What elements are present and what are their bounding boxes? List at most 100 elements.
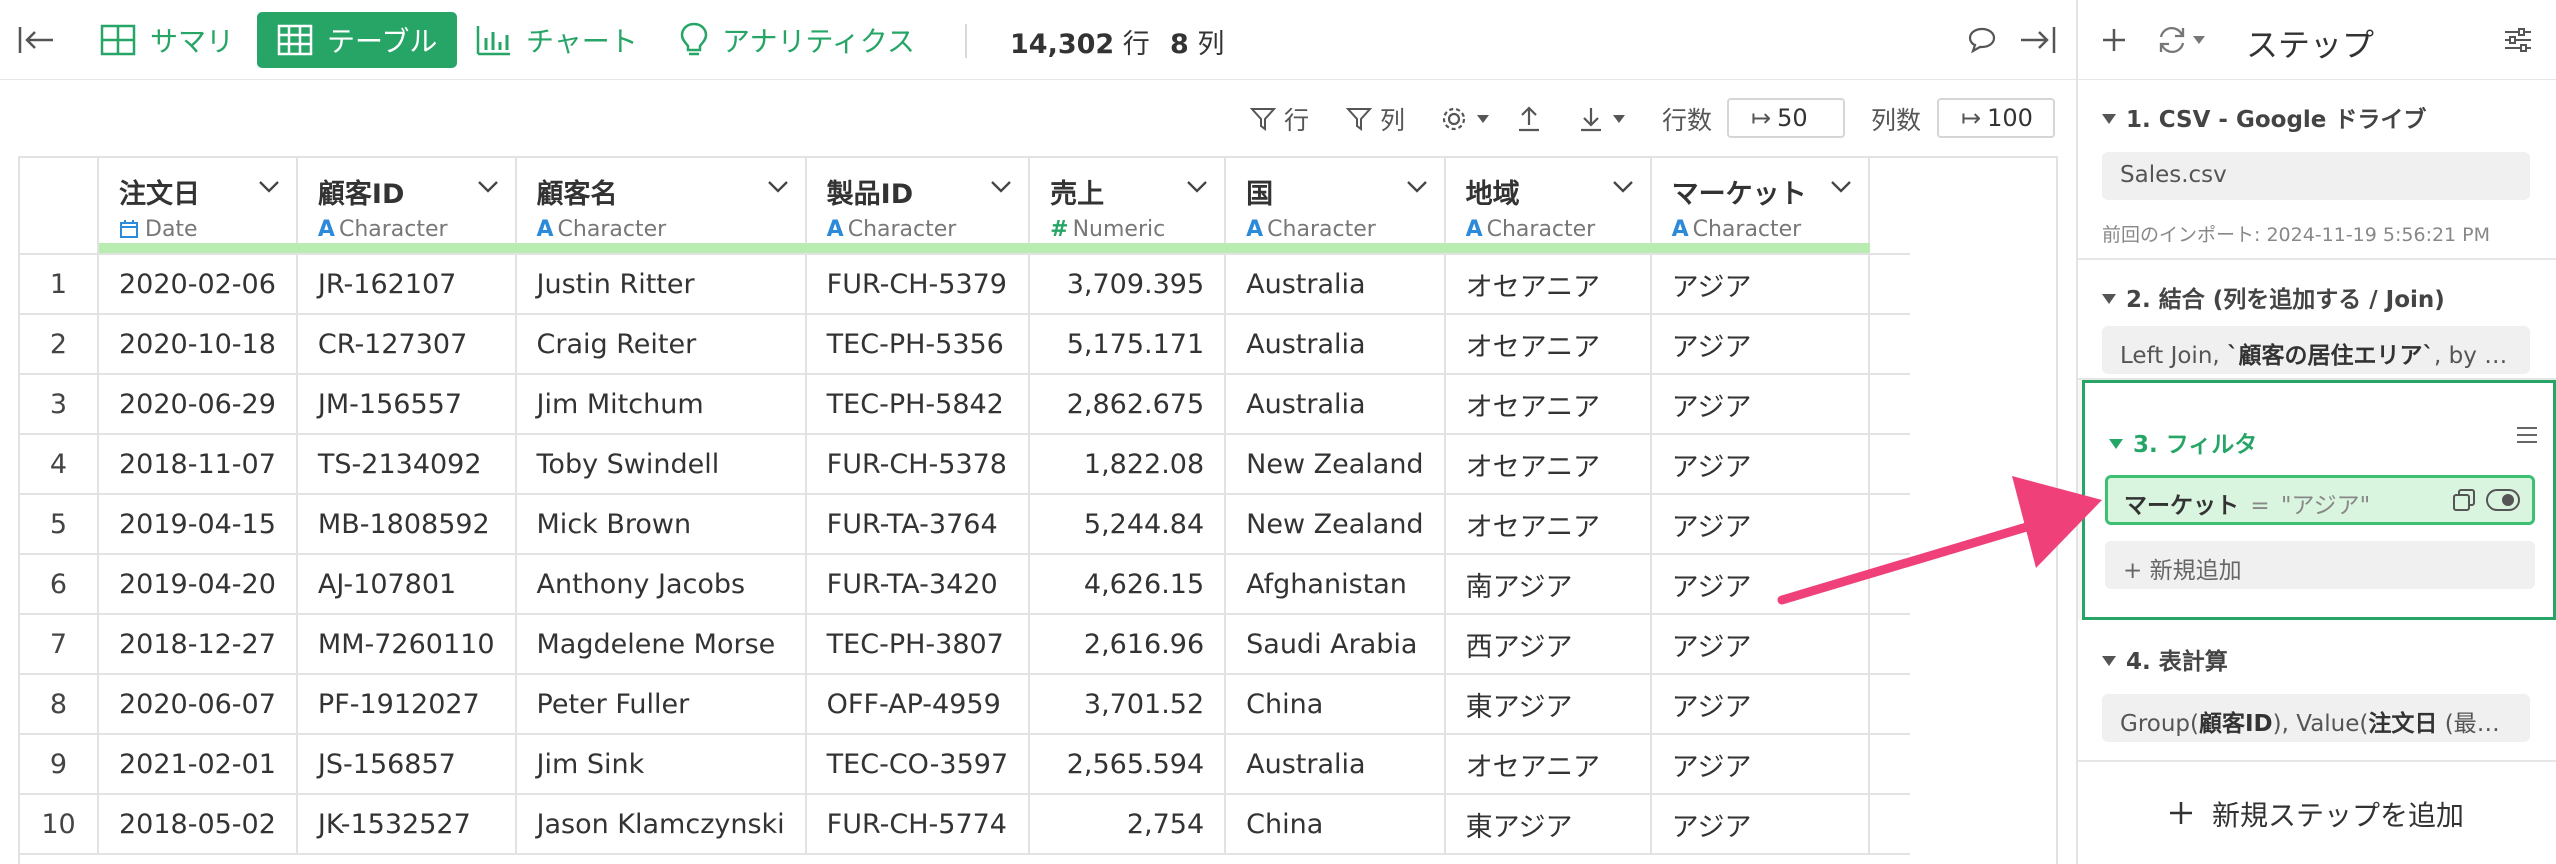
table-row[interactable]: 6 2019-04-20 AJ-107801 Anthony Jacobs FUR-TA…	[20, 554, 1910, 615]
table-cell[interactable]: 3,701.52	[1029, 674, 1227, 735]
table-cell[interactable]: アジア	[1650, 494, 1870, 555]
table-cell[interactable]: AJ-107801	[296, 554, 517, 615]
table-row[interactable]: 9 2021-02-01 JS-156857 Jim Sink TEC-CO-3597 2…	[20, 734, 1910, 795]
column-header[interactable]: マーケット A Character	[1650, 158, 1870, 255]
table-cell[interactable]: 4,626.15	[1029, 554, 1227, 615]
table-cell[interactable]: FUR-CH-5774	[805, 794, 1031, 855]
row-filter-button[interactable]: 行	[1250, 102, 1309, 136]
table-cell[interactable]: Magdelene Morse	[515, 614, 807, 675]
table-cell[interactable]: FUR-CH-5378	[805, 434, 1031, 495]
table-cell[interactable]: オセアニア	[1444, 494, 1652, 555]
add-new-step-button[interactable]: 新規ステップを追加	[2078, 762, 2556, 864]
table-cell[interactable]: JS-156857	[296, 734, 517, 795]
table-row[interactable]: 10 2018-05-02 JK-1532527 Jason Klamczynski F…	[20, 794, 1910, 855]
table-cell[interactable]: Australia	[1225, 314, 1446, 375]
table-cell[interactable]: オセアニア	[1444, 374, 1652, 435]
table-cell[interactable]: New Zealand	[1225, 494, 1446, 555]
table-cell[interactable]: 2020-06-07	[98, 674, 298, 735]
copy-icon[interactable]	[2452, 488, 2476, 518]
table-cell[interactable]: 2018-11-07	[98, 434, 298, 495]
table-cell[interactable]: Afghanistan	[1225, 554, 1446, 615]
step-summary[interactable]: Group(顧客ID), Value(注文日 (最初の...	[2102, 694, 2530, 742]
table-cell[interactable]: Jason Klamczynski	[515, 794, 807, 855]
chevron-down-icon[interactable]	[1830, 180, 1852, 194]
chevron-down-icon[interactable]	[990, 180, 1012, 194]
table-cell[interactable]: アジア	[1650, 734, 1870, 795]
table-cell[interactable]: Mick Brown	[515, 494, 807, 555]
table-cell[interactable]: 5,175.171	[1029, 314, 1227, 375]
table-cell[interactable]: 2018-12-27	[98, 614, 298, 675]
table-cell[interactable]: New Zealand	[1225, 434, 1446, 495]
step-summary[interactable]: Sales.csv	[2102, 152, 2530, 200]
table-cell[interactable]: Jim Sink	[515, 734, 807, 795]
table-cell[interactable]: MM-7260110	[296, 614, 517, 675]
collapse-right-icon[interactable]	[2016, 18, 2060, 62]
table-cell[interactable]: 南アジア	[1444, 554, 1652, 615]
table-cell[interactable]: Australia	[1225, 734, 1446, 795]
table-cell[interactable]: TEC-PH-5356	[805, 314, 1031, 375]
table-cell[interactable]: 2019-04-20	[98, 554, 298, 615]
table-cell[interactable]: China	[1225, 674, 1446, 735]
table-cell[interactable]: 3,709.395	[1029, 254, 1227, 315]
filter-condition[interactable]: マーケット = "アジア"	[2105, 475, 2535, 525]
columns-input[interactable]: ↦ 100	[1937, 98, 2055, 138]
table-cell[interactable]: オセアニア	[1444, 314, 1652, 375]
chevron-down-icon[interactable]	[1186, 180, 1208, 194]
tab-analytics[interactable]: アナリティクス	[660, 12, 935, 68]
table-cell[interactable]: China	[1225, 794, 1446, 855]
column-header[interactable]: 注文日 Date	[98, 158, 298, 255]
table-cell[interactable]: TEC-PH-5842	[805, 374, 1031, 435]
upload-icon[interactable]	[1516, 102, 1550, 136]
column-header[interactable]: 顧客ID A Character	[296, 158, 517, 255]
table-row[interactable]: 5 2019-04-15 MB-1808592 Mick Brown FUR-TA-37…	[20, 494, 1910, 555]
hamburger-menu-icon[interactable]	[2505, 413, 2549, 457]
table-row[interactable]: 4 2018-11-07 TS-2134092 Toby Swindell FUR-CH…	[20, 434, 1910, 495]
download-dropdown[interactable]	[1578, 102, 1634, 136]
tab-table[interactable]: テーブル	[257, 12, 458, 68]
table-cell[interactable]: アジア	[1650, 434, 1870, 495]
table-cell[interactable]: Craig Reiter	[515, 314, 807, 375]
table-cell[interactable]: OFF-AP-4959	[805, 674, 1031, 735]
refresh-dropdown[interactable]	[2146, 18, 2216, 62]
table-cell[interactable]: 東アジア	[1444, 794, 1652, 855]
table-cell[interactable]: 5,244.84	[1029, 494, 1227, 555]
chevron-down-icon[interactable]	[767, 180, 789, 194]
table-cell[interactable]: Australia	[1225, 254, 1446, 315]
step-csv-import[interactable]: 1. CSV - Google ドライブ Sales.csv 前回のインポート:…	[2078, 80, 2556, 260]
comment-icon[interactable]	[1960, 18, 2004, 62]
table-cell[interactable]: Australia	[1225, 374, 1446, 435]
step-join[interactable]: 2. 結合 (列を追加する / Join) Left Join, `顧客の居住エ…	[2078, 260, 2556, 380]
table-cell[interactable]: アジア	[1650, 794, 1870, 855]
column-header[interactable]: 国 A Character	[1225, 158, 1446, 255]
column-header[interactable]: 売上 # Numeric	[1029, 158, 1227, 255]
step-summary[interactable]: Left Join, `顧客の居住エリア`, by = j...	[2102, 326, 2530, 374]
table-cell[interactable]: 2020-02-06	[98, 254, 298, 315]
toggle-visibility-icon[interactable]	[2486, 489, 2520, 517]
table-cell[interactable]: FUR-CH-5379	[805, 254, 1031, 315]
collapse-left-icon[interactable]	[14, 18, 58, 62]
table-cell[interactable]: アジア	[1650, 374, 1870, 435]
table-cell[interactable]: FUR-TA-3420	[805, 554, 1031, 615]
table-cell[interactable]: 2018-05-02	[98, 794, 298, 855]
add-step-plus-icon[interactable]	[2092, 18, 2136, 62]
table-cell[interactable]: JM-156557	[296, 374, 517, 435]
tab-chart[interactable]: チャート	[456, 12, 658, 68]
table-cell[interactable]: アジア	[1650, 554, 1870, 615]
table-row[interactable]: 8 2020-06-07 PF-1912027 Peter Fuller OFF-AP-…	[20, 674, 1910, 735]
table-cell[interactable]: オセアニア	[1444, 734, 1652, 795]
table-cell[interactable]: アジア	[1650, 674, 1870, 735]
table-cell[interactable]: 2021-02-01	[98, 734, 298, 795]
table-cell[interactable]: PF-1912027	[296, 674, 517, 735]
table-cell[interactable]: CR-127307	[296, 314, 517, 375]
add-filter-button[interactable]: + 新規追加	[2105, 541, 2535, 589]
chevron-down-icon[interactable]	[1406, 180, 1428, 194]
table-cell[interactable]: アジア	[1650, 614, 1870, 675]
table-cell[interactable]: 2019-04-15	[98, 494, 298, 555]
table-cell[interactable]: FUR-TA-3764	[805, 494, 1031, 555]
column-header[interactable]: 地域 A Character	[1444, 158, 1652, 255]
table-cell[interactable]: JK-1532527	[296, 794, 517, 855]
column-header[interactable]: 顧客名 A Character	[515, 158, 807, 255]
step-filter[interactable]: 3. フィルタ マーケット = "アジア" + 新規追加	[2082, 380, 2556, 620]
table-cell[interactable]: 2,565.594	[1029, 734, 1227, 795]
table-cell[interactable]: TS-2134092	[296, 434, 517, 495]
